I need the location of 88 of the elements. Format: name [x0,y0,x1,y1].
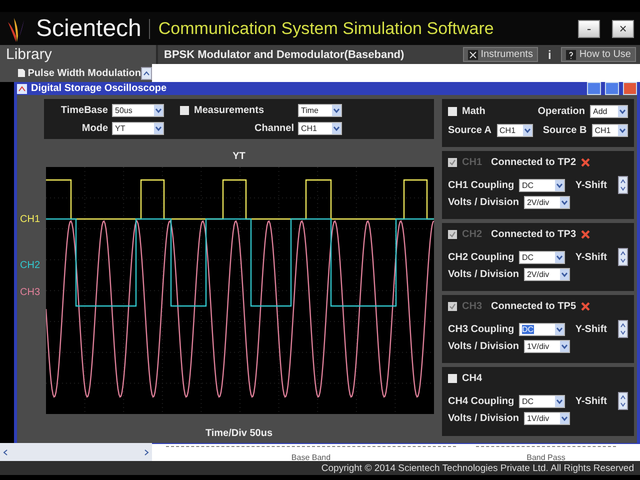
channel-label: Channel [254,122,294,134]
caret-icon [560,341,569,352]
help-icon [566,50,576,60]
connection-label: Connected to TP2 [491,157,576,168]
math-label: Math [462,106,486,117]
caret-icon [618,106,627,117]
caret-icon [560,413,569,424]
window-title: Digital Storage Oscilloscope [31,83,168,94]
channel-dropdown[interactable]: CH1 [298,122,342,134]
caret-icon [154,104,163,116]
window-icon [17,84,27,94]
caret-icon [522,125,532,136]
caret-icon [560,197,569,208]
coupling-label: CH1 Coupling [448,180,514,190]
source-b-label: Source B [542,125,587,136]
y-shift-label: Y-Shift [575,324,607,334]
volts-label: Volts / Division [448,197,519,208]
y-shift-spinner[interactable] [618,176,628,194]
operation-dropdown[interactable]: Add [590,105,628,118]
channel-name: CH1 [462,157,482,168]
channel-name: CH4 [462,373,482,384]
up-down-arrows-icon [620,250,626,264]
checkbox[interactable] [448,107,457,116]
caret-icon [154,122,163,134]
y-shift-label: Y-Shift [575,180,607,190]
coupling-label: CH3 Coupling [448,324,514,334]
caret-icon [618,125,627,136]
horizontal-scrollbar[interactable] [0,443,152,461]
coupling-label: CH4 Coupling [448,396,514,406]
y-shift-spinner[interactable] [618,320,628,338]
cross-icon[interactable] [581,230,590,239]
measurements-label: Measurements [194,104,264,116]
channel-label: CH2 [20,260,40,271]
experiment-title: BPSK Modulator and Demodulator(Baseband) [164,48,406,60]
mode-dropdown[interactable]: YT [112,122,164,134]
source-a-dropdown[interactable]: CH1 [496,124,533,137]
app-title: Communication System Simulation Software [149,18,566,38]
channel-label: CH1 [20,214,40,225]
close-button[interactable]: × [612,20,634,38]
caret-icon [555,396,564,406]
caret-icon [555,180,564,190]
coupling-label: CH2 Coupling [448,252,514,262]
caret-icon [560,269,569,280]
up-down-arrows-icon [620,178,626,192]
volts-label: Volts / Division [448,269,519,280]
y-shift-spinner[interactable] [618,248,628,266]
connection-label: Connected to TP5 [491,301,576,312]
cross-icon[interactable] [581,158,590,167]
connection-label: Connected to TP3 [491,229,576,240]
minimize-button[interactable]: - [578,20,600,38]
help-button[interactable]: How to Use [561,47,636,62]
volts-label: Volts / Division [448,413,519,424]
copyright-text: Copyright © 2014 Scientech Technologies Private Ltd. All Rights Reserved [321,462,634,474]
maximize-button[interactable] [605,82,619,95]
cross-icon[interactable] [581,302,590,311]
y-shift-label: Y-Shift [575,396,607,406]
up-down-arrows-icon [620,394,626,408]
scroll-up-button[interactable] [141,66,152,80]
channel-name: CH2 [462,229,482,240]
y-shift-spinner[interactable] [618,392,628,410]
up-down-arrows-icon [620,322,626,336]
document-icon [18,69,25,77]
volts-dropdown[interactable]: 1V/div [524,412,570,425]
caret-icon [555,324,564,334]
channel-name: CH3 [462,301,482,312]
channel-label: CH3 [20,287,40,298]
brand-name: Scientech [36,14,142,42]
measurement-dropdown[interactable]: Time [298,104,342,116]
timebase-label: TimeBase [60,104,108,116]
mode-label: Mode [80,122,108,134]
checkbox[interactable] [448,374,457,383]
caret-icon [332,104,341,116]
caret-icon [555,252,564,262]
close-button[interactable] [623,82,637,95]
caret-icon [332,122,341,134]
y-shift-label: Y-Shift [575,252,607,262]
time-division-label: Time/Div 50us [205,428,273,439]
minimize-button[interactable] [587,82,601,95]
timebase-dropdown[interactable]: 50us [112,104,164,116]
library-title: Library [0,45,158,64]
checkbox[interactable] [180,106,189,114]
coupling-dropdown[interactable]: DC [519,394,565,408]
operation-label: Operation [538,106,585,117]
instruments-button[interactable]: Instruments [462,47,538,62]
source-b-dropdown[interactable]: CH1 [592,124,628,137]
volts-label: Volts / Division [448,341,519,352]
source-a-label: Source A [448,125,492,136]
display-mode-title: YT [232,151,246,162]
